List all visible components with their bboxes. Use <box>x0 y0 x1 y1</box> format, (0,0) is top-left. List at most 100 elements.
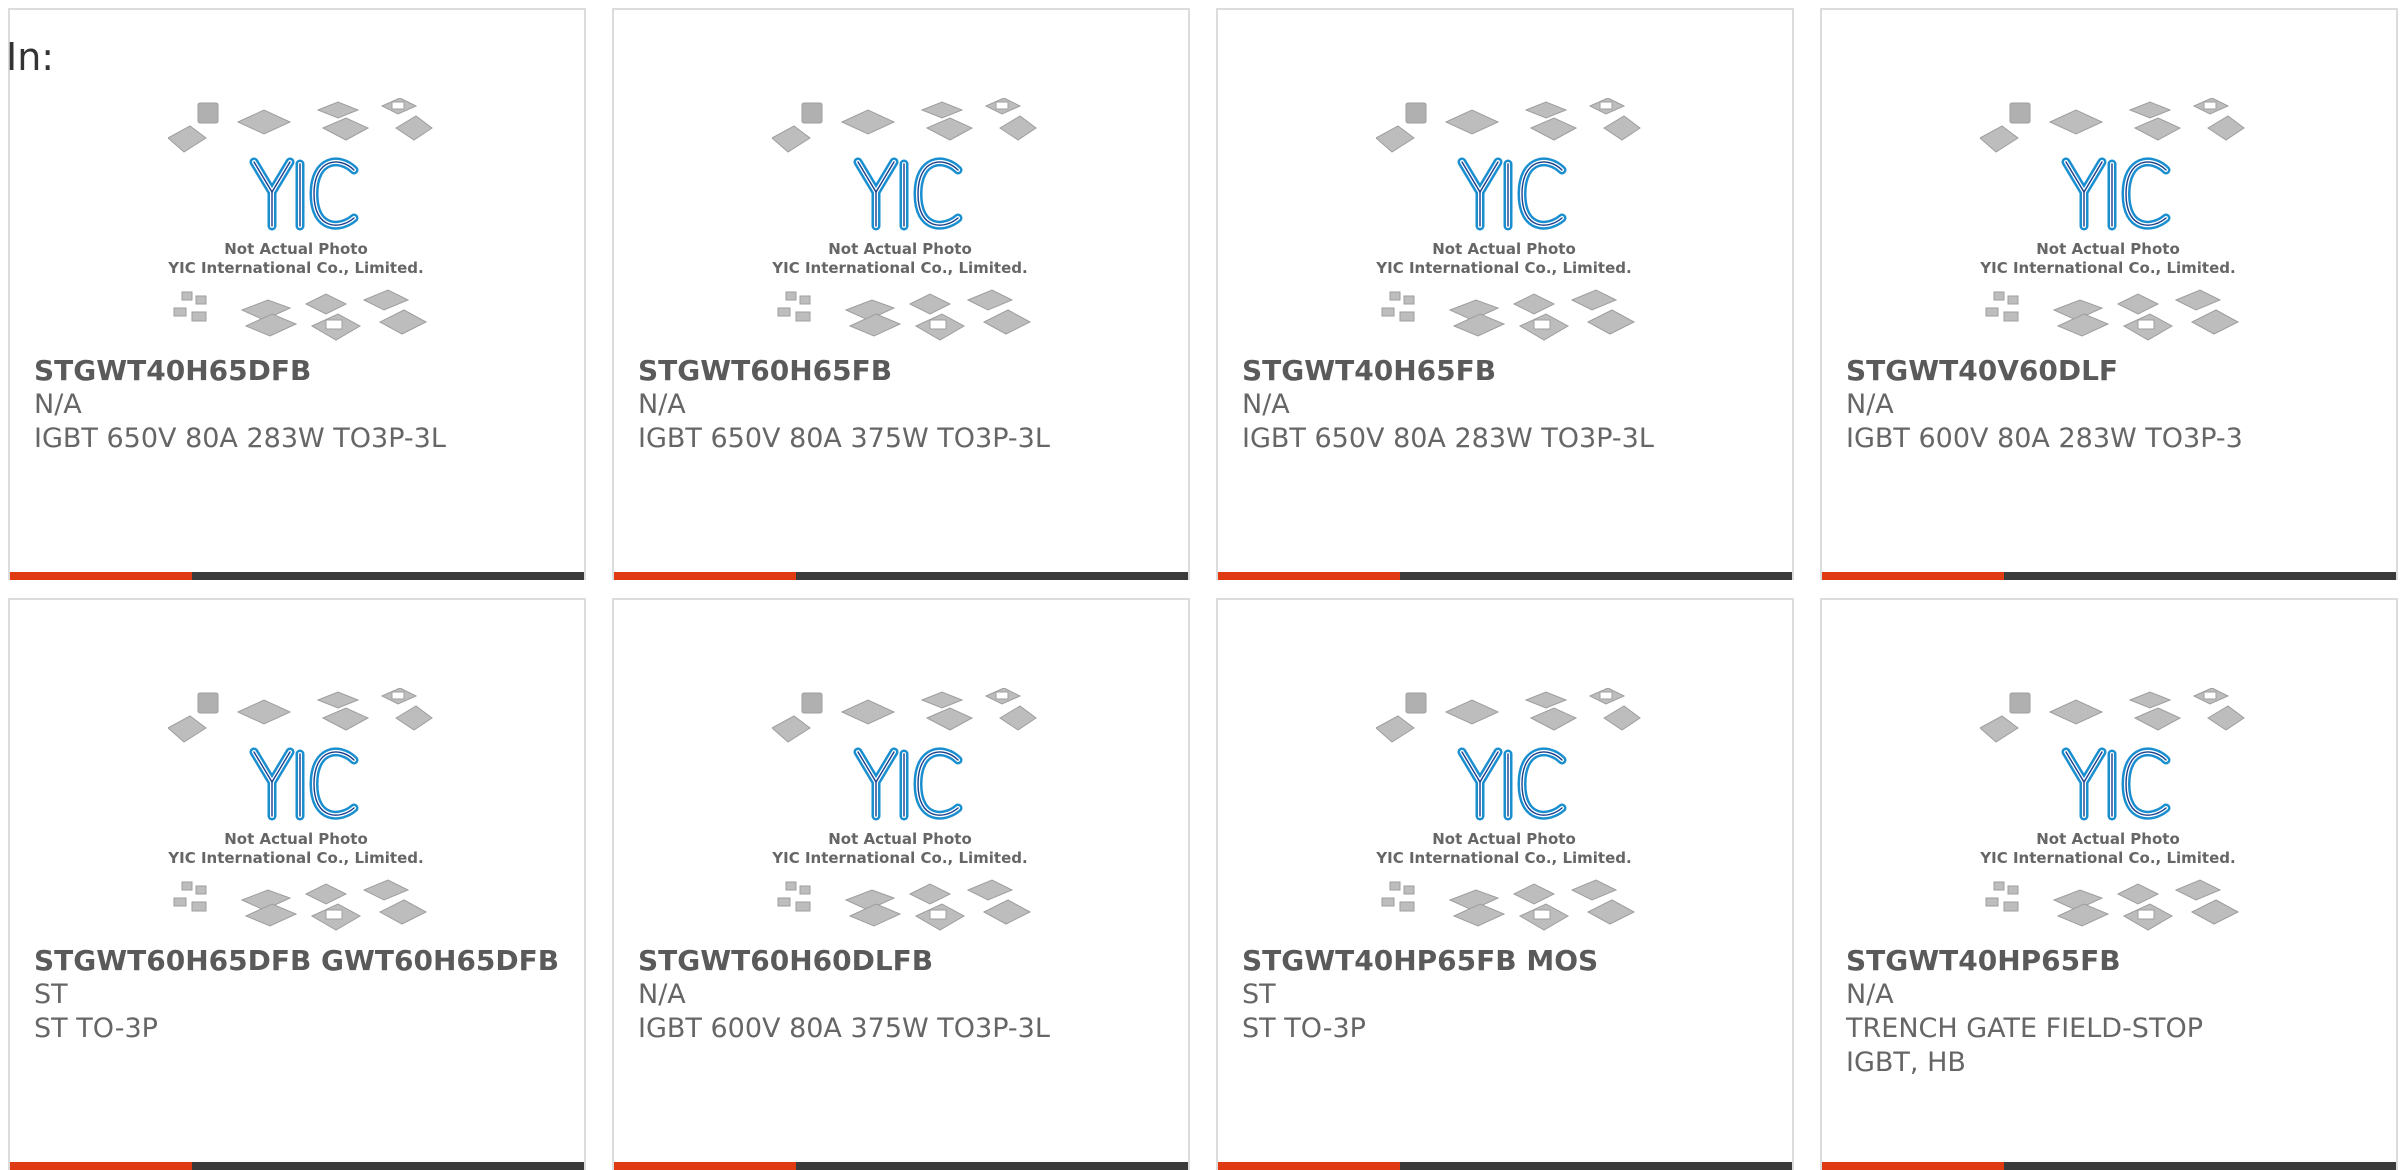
product-part-number[interactable]: STGWT60H65DFB GWT60H65DFB <box>34 944 564 978</box>
product-card-5[interactable]: Not Actual Photo YIC International Co., … <box>8 598 586 1170</box>
product-part-number[interactable]: STGWT40V60DLF <box>1846 354 2376 388</box>
yic-logo-icon <box>2061 747 2171 821</box>
product-card-2[interactable]: Not Actual Photo YIC International Co., … <box>612 8 1190 580</box>
photo-note-line2: YIC International Co., Limited. <box>1376 259 1632 277</box>
product-card-8[interactable]: Not Actual Photo YIC International Co., … <box>1820 598 2398 1170</box>
product-manufacturer: N/A <box>638 389 686 420</box>
chip-icons-bottom <box>173 289 428 341</box>
photo-note-line1: Not Actual Photo <box>1432 830 1576 848</box>
card-bottom-bar <box>1218 1162 1792 1170</box>
product-card-4[interactable]: Not Actual Photo YIC International Co., … <box>1820 8 2398 580</box>
yic-logo-icon <box>1457 747 1567 821</box>
photo-note-line2: YIC International Co., Limited. <box>168 849 424 867</box>
photo-note-line1: Not Actual Photo <box>224 240 368 258</box>
product-info: STGWT40V60DLF N/A IGBT 600V 80A 283W TO3… <box>1846 354 2376 456</box>
product-part-number[interactable]: STGWT40HP65FB <box>1846 944 2376 978</box>
product-card-7[interactable]: Not Actual Photo YIC International Co., … <box>1216 598 1794 1170</box>
photo-note-line2: YIC International Co., Limited. <box>772 259 1028 277</box>
product-info: STGWT40H65DFB N/A IGBT 650V 80A 283W TO3… <box>34 354 564 456</box>
chip-icons-top <box>1376 688 1641 743</box>
photo-note-line2: YIC International Co., Limited. <box>1980 849 2236 867</box>
chip-icons-top <box>168 98 433 153</box>
photo-note-line1: Not Actual Photo <box>828 240 972 258</box>
chip-icons-top <box>1376 98 1641 153</box>
product-photo-placeholder: Not Actual Photo YIC International Co., … <box>168 98 438 348</box>
photo-note-line1: Not Actual Photo <box>224 830 368 848</box>
chip-icons-top <box>772 688 1037 743</box>
product-manufacturer: N/A <box>34 389 82 420</box>
product-card-6[interactable]: Not Actual Photo YIC International Co., … <box>612 598 1190 1170</box>
chip-icons-top <box>1980 98 2245 153</box>
photo-note-line1: Not Actual Photo <box>2036 240 2180 258</box>
chip-icons-bottom <box>1381 879 1636 931</box>
product-photo-placeholder: Not Actual Photo YIC International Co., … <box>168 688 438 938</box>
product-manufacturer: N/A <box>1242 389 1290 420</box>
chip-icons-top <box>1980 688 2245 743</box>
chip-icons-bottom <box>173 879 428 931</box>
card-bottom-bar-accent <box>1218 572 1400 580</box>
product-photo-placeholder: Not Actual Photo YIC International Co., … <box>1980 688 2250 938</box>
yic-logo-icon <box>249 747 359 821</box>
in-label: In: <box>6 35 55 79</box>
product-manufacturer: N/A <box>638 979 686 1010</box>
product-photo-placeholder: Not Actual Photo YIC International Co., … <box>772 688 1042 938</box>
yic-logo-icon <box>853 747 963 821</box>
photo-note-line2: YIC International Co., Limited. <box>1980 259 2236 277</box>
card-bottom-bar <box>10 572 584 580</box>
product-description: IGBT 650V 80A 283W TO3P-3L <box>34 423 446 454</box>
product-info: STGWT60H65FB N/A IGBT 650V 80A 375W TO3P… <box>638 354 1168 456</box>
photo-note-line1: Not Actual Photo <box>1432 240 1576 258</box>
product-description: IGBT 600V 80A 283W TO3P-3 <box>1846 423 2243 454</box>
photo-note-line1: Not Actual Photo <box>828 830 972 848</box>
product-part-number[interactable]: STGWT40H65FB <box>1242 354 1772 388</box>
product-info: STGWT40H65FB N/A IGBT 650V 80A 283W TO3P… <box>1242 354 1772 456</box>
product-description: IGBT 650V 80A 283W TO3P-3L <box>1242 423 1654 454</box>
card-bottom-bar-accent <box>614 572 796 580</box>
product-card-1[interactable]: Not Actual Photo YIC International Co., … <box>8 8 586 580</box>
photo-note-line2: YIC International Co., Limited. <box>168 259 424 277</box>
product-manufacturer: ST <box>34 979 68 1010</box>
card-bottom-bar <box>1218 572 1792 580</box>
card-bottom-bar-accent <box>1822 572 2004 580</box>
product-manufacturer: ST <box>1242 979 1276 1010</box>
product-photo-placeholder: Not Actual Photo YIC International Co., … <box>1980 98 2250 348</box>
product-info: STGWT40HP65FB MOS ST ST TO-3P <box>1242 944 1772 1046</box>
product-manufacturer: N/A <box>1846 979 1894 1010</box>
chip-icons-bottom <box>1985 289 2240 341</box>
product-description: IGBT 600V 80A 375W TO3P-3L <box>638 1013 1050 1044</box>
product-info: STGWT40HP65FB N/A TRENCH GATE FIELD-STOP… <box>1846 944 2376 1080</box>
card-bottom-bar <box>614 1162 1188 1170</box>
card-bottom-bar <box>1822 1162 2396 1170</box>
product-part-number[interactable]: STGWT60H60DLFB <box>638 944 1168 978</box>
product-manufacturer: N/A <box>1846 389 1894 420</box>
card-bottom-bar <box>614 572 1188 580</box>
yic-logo-icon <box>1457 157 1567 231</box>
product-description: TRENCH GATE FIELD-STOP IGBT, HB <box>1846 1013 2203 1078</box>
product-card-3[interactable]: Not Actual Photo YIC International Co., … <box>1216 8 1794 580</box>
card-bottom-bar <box>1822 572 2396 580</box>
card-bottom-bar-accent <box>614 1162 796 1170</box>
yic-logo-icon <box>2061 157 2171 231</box>
photo-note-line2: YIC International Co., Limited. <box>772 849 1028 867</box>
chip-icons-bottom <box>1381 289 1636 341</box>
product-grid: Not Actual Photo YIC International Co., … <box>8 8 2398 1170</box>
chip-icons-top <box>772 98 1037 153</box>
product-description: ST TO-3P <box>1242 1013 1366 1044</box>
product-part-number[interactable]: STGWT40HP65FB MOS <box>1242 944 1772 978</box>
product-photo-placeholder: Not Actual Photo YIC International Co., … <box>772 98 1042 348</box>
product-description: IGBT 650V 80A 375W TO3P-3L <box>638 423 1050 454</box>
card-bottom-bar <box>10 1162 584 1170</box>
card-bottom-bar-accent <box>10 572 192 580</box>
product-info: STGWT60H65DFB GWT60H65DFB ST ST TO-3P <box>34 944 564 1046</box>
product-photo-placeholder: Not Actual Photo YIC International Co., … <box>1376 688 1646 938</box>
chip-icons-bottom <box>1985 879 2240 931</box>
card-bottom-bar-accent <box>1218 1162 1400 1170</box>
product-part-number[interactable]: STGWT40H65DFB <box>34 354 564 388</box>
chip-icons-bottom <box>777 879 1032 931</box>
chip-icons-top <box>168 688 433 743</box>
product-description: ST TO-3P <box>34 1013 158 1044</box>
product-part-number[interactable]: STGWT60H65FB <box>638 354 1168 388</box>
chip-icons-bottom <box>777 289 1032 341</box>
product-info: STGWT60H60DLFB N/A IGBT 600V 80A 375W TO… <box>638 944 1168 1046</box>
product-photo-placeholder: Not Actual Photo YIC International Co., … <box>1376 98 1646 348</box>
